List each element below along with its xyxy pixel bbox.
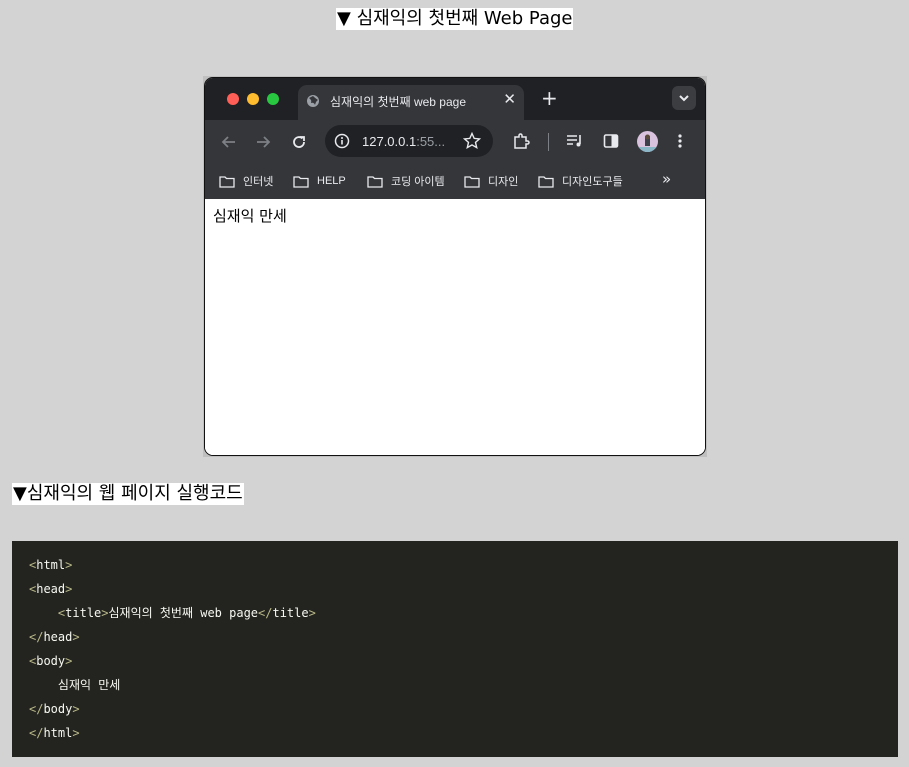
toolbar: 127.0.0.1:55... (205, 120, 705, 164)
more-options-icon[interactable] (677, 133, 683, 153)
code-block: <html> <head> <title>심재익의 첫번째 web page</t… (12, 541, 898, 757)
side-panel-icon[interactable] (603, 133, 619, 153)
address-bar[interactable]: 127.0.0.1:55... (325, 125, 493, 157)
browser-window: 심재익의 첫번째 web page ✕ + 127.0.0.1:55... 인터… (204, 77, 706, 456)
tab-active[interactable]: 심재익의 첫번째 web page ✕ (298, 85, 524, 120)
folder-icon (367, 175, 383, 188)
folder-icon (293, 175, 309, 188)
reload-icon[interactable] (291, 134, 307, 154)
page-viewport: 심재익 만세 (205, 199, 705, 455)
extensions-puzzle-icon[interactable] (512, 132, 530, 154)
tab-strip: 심재익의 첫번째 web page ✕ + (205, 78, 705, 120)
back-arrow-icon[interactable] (221, 134, 237, 154)
folder-icon (464, 175, 480, 188)
new-tab-icon[interactable]: + (541, 86, 558, 110)
bookmark-folder-design-tools[interactable]: 디자인도구들 (538, 170, 623, 192)
profile-avatar[interactable] (637, 131, 658, 152)
code-line: <html> (29, 558, 73, 572)
code-line: <head> (29, 582, 73, 596)
code-line: <title>심재익의 첫번째 web page</title> (57, 606, 316, 620)
code-line: </head> (29, 630, 80, 644)
url-text: 127.0.0.1:55... (362, 134, 446, 149)
window-maximize-button[interactable] (267, 93, 279, 105)
window-close-button[interactable] (227, 93, 239, 105)
code-line: 심재익 만세 (57, 678, 121, 692)
code-line: </body> (29, 702, 80, 716)
bookmark-folder-internet[interactable]: 인터넷 (219, 170, 273, 192)
more-bookmarks-icon[interactable]: » (662, 170, 671, 188)
top-caption: ▼ 심재익의 첫번째 Web Page (336, 8, 574, 30)
tab-title: 심재익의 첫번째 web page (330, 95, 466, 109)
bookmarks-bar: 인터넷 HELP 코딩 아이템 디자인 디자인도구들 » (205, 164, 705, 199)
code-line: </html> (29, 726, 80, 740)
code-caption: ▼심재익의 웹 페이지 실행코드 (12, 483, 244, 505)
page-body-text: 심재익 만세 (213, 207, 287, 225)
media-queue-icon[interactable] (566, 133, 584, 153)
chevron-down-icon (679, 95, 689, 102)
globe-icon (306, 93, 320, 112)
bookmark-folder-help[interactable]: HELP (293, 170, 346, 192)
code-line: <body> (29, 654, 73, 668)
toolbar-divider (548, 133, 549, 151)
forward-arrow-icon[interactable] (255, 134, 271, 154)
tab-search-button[interactable] (672, 86, 696, 110)
close-tab-icon[interactable]: ✕ (503, 90, 516, 108)
window-minimize-button[interactable] (247, 93, 259, 105)
bookmark-folder-design[interactable]: 디자인 (464, 170, 518, 192)
bookmark-star-icon[interactable] (462, 131, 482, 154)
folder-icon (219, 175, 235, 188)
bookmark-folder-coding-items[interactable]: 코딩 아이템 (367, 170, 445, 192)
browser-screenshot: 심재익의 첫번째 web page ✕ + 127.0.0.1:55... 인터… (203, 76, 707, 457)
site-info-icon[interactable] (334, 133, 350, 153)
folder-icon (538, 175, 554, 188)
